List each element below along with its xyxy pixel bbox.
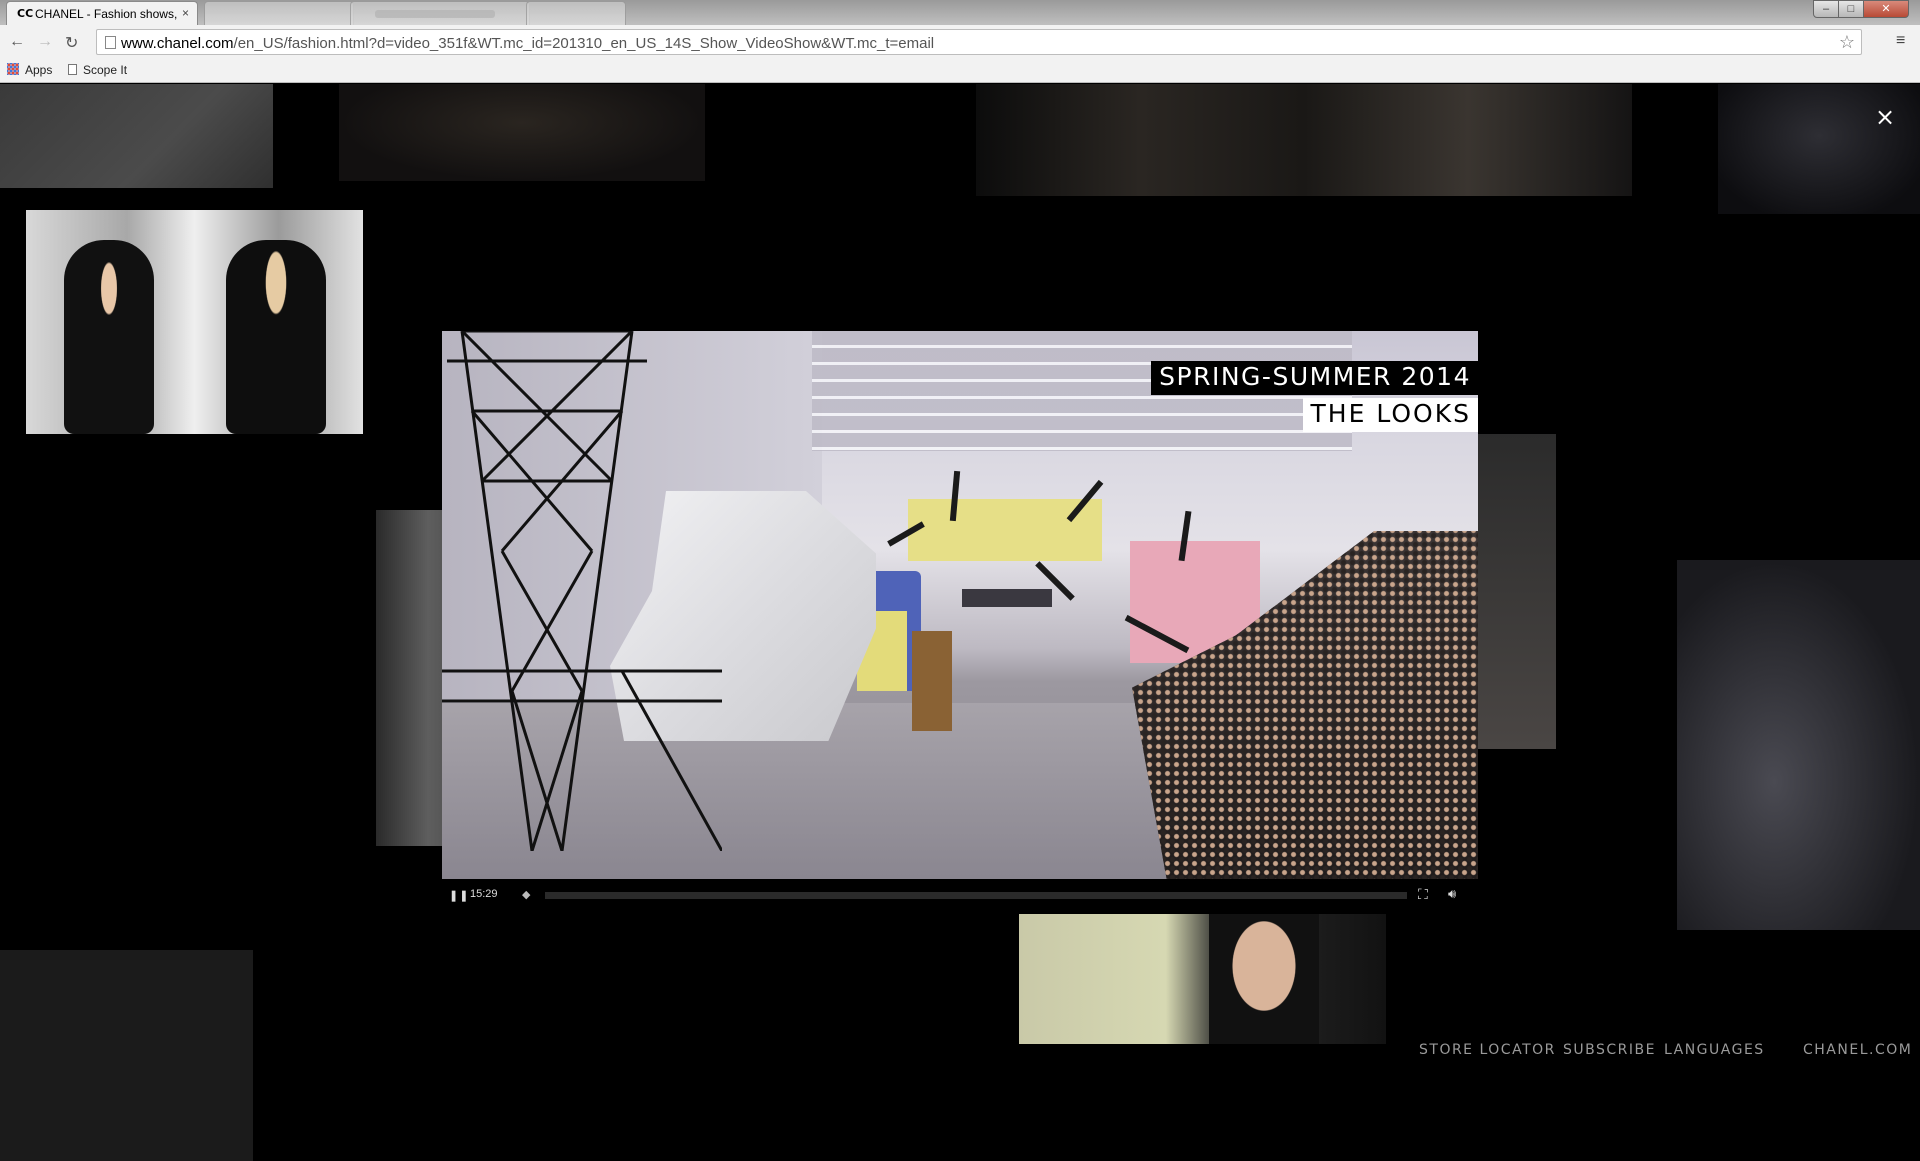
- tab-close-icon[interactable]: ×: [182, 6, 189, 20]
- scene-panel: [962, 589, 1052, 607]
- address-bar[interactable]: www.chanel.com/en_US/fashion.html?d=vide…: [96, 29, 1862, 55]
- footer-link-chanel-com[interactable]: CHANEL.COM: [1803, 1042, 1912, 1058]
- site-footer: STORE LOCATOR SUBSCRIBE LANGUAGES CHANEL…: [0, 1042, 1920, 1066]
- gallery-thumbnail[interactable]: [1677, 560, 1920, 930]
- url-text[interactable]: www.chanel.com/en_US/fashion.html?d=vide…: [121, 35, 934, 52]
- apps-grid-icon: [7, 63, 19, 75]
- tab-title: CHANEL - Fashion shows,: [35, 7, 178, 21]
- window-close-button[interactable]: ✕: [1863, 0, 1909, 18]
- footer-link-store-locator[interactable]: STORE LOCATOR: [1419, 1042, 1556, 1058]
- bookmark-scope-it[interactable]: Scope It: [68, 63, 127, 77]
- gallery-thumbnail[interactable]: [976, 84, 1632, 196]
- page-icon: [68, 64, 77, 75]
- pause-icon[interactable]: ❚❚: [449, 889, 469, 902]
- browser-tab-active[interactable]: CC CHANEL - Fashion shows, ×: [6, 1, 198, 25]
- footer-link-subscribe[interactable]: SUBSCRIBE: [1563, 1042, 1656, 1058]
- window-minimize-button[interactable]: –: [1813, 0, 1839, 18]
- model-figure-image: [226, 240, 326, 434]
- gallery-thumbnail[interactable]: [1478, 434, 1556, 749]
- bookmark-label: Apps: [25, 63, 53, 77]
- bookmark-apps[interactable]: Apps: [7, 63, 52, 77]
- portrait-image: [1209, 914, 1319, 1044]
- browser-tab-background[interactable]: [526, 1, 626, 25]
- url-host: www.chanel.com: [121, 35, 234, 52]
- gallery-thumbnail[interactable]: [0, 84, 273, 188]
- scene-robot: [912, 631, 952, 731]
- video-time: 15:29: [470, 888, 498, 900]
- back-arrow-icon[interactable]: ←: [9, 33, 25, 51]
- window-maximize-button[interactable]: □: [1838, 0, 1864, 18]
- page-icon: [105, 36, 116, 49]
- chanel-favicon-icon: CC: [17, 7, 34, 20]
- video-frame: SPRING-SUMMER 2014 THE LOOKS: [442, 331, 1478, 879]
- browser-tab-background[interactable]: [204, 1, 354, 25]
- fullscreen-icon[interactable]: ⛶: [1418, 886, 1428, 903]
- gallery-thumbnail[interactable]: [339, 84, 705, 181]
- tab-title-blurred: [375, 10, 495, 18]
- volume-icon[interactable]: 🔊︎: [1448, 886, 1456, 902]
- model-figure-image: [64, 240, 154, 434]
- page-content: × SPRING-SUMMER 2014 THE LOOKS ❚❚ 15:29 …: [0, 84, 1920, 1161]
- browser-tab-background[interactable]: [350, 1, 530, 25]
- bookmark-label: Scope It: [83, 63, 128, 77]
- video-player[interactable]: SPRING-SUMMER 2014 THE LOOKS ❚❚ 15:29 ◆ …: [442, 331, 1478, 913]
- bookmarks-bar: Apps Scope It: [0, 58, 1920, 83]
- footer-link-languages[interactable]: LANGUAGES: [1664, 1042, 1765, 1058]
- browser-tabstrip: CC CHANEL - Fashion shows, × – □ ✕: [0, 0, 1920, 25]
- close-overlay-icon[interactable]: ×: [1875, 103, 1895, 131]
- scene-pylon: [442, 331, 722, 851]
- video-controls: ❚❚ 15:29 ◆ ⛶ 🔊︎: [442, 879, 1478, 913]
- video-title-season: SPRING-SUMMER 2014: [1151, 361, 1478, 395]
- video-title-subtitle: THE LOOKS: [1302, 398, 1478, 432]
- reload-icon[interactable]: ↻: [65, 33, 78, 53]
- video-seek-bar[interactable]: [545, 892, 1407, 899]
- gallery-thumbnail[interactable]: [26, 210, 363, 434]
- url-path: /en_US/fashion.html?d=video_351f&WT.mc_i…: [233, 35, 935, 52]
- scene-panel: [908, 499, 1102, 561]
- browser-toolbar: ← → ↻ www.chanel.com/en_US/fashion.html?…: [0, 25, 1920, 58]
- browser-menu-icon[interactable]: ≡: [1896, 32, 1905, 50]
- forward-arrow-icon[interactable]: →: [37, 33, 53, 51]
- chapter-marker-icon[interactable]: ◆: [522, 888, 530, 901]
- video-title-overlay: SPRING-SUMMER 2014 THE LOOKS: [1151, 361, 1478, 432]
- gallery-thumbnail[interactable]: [1019, 914, 1386, 1044]
- bookmark-star-icon[interactable]: ☆: [1839, 32, 1855, 53]
